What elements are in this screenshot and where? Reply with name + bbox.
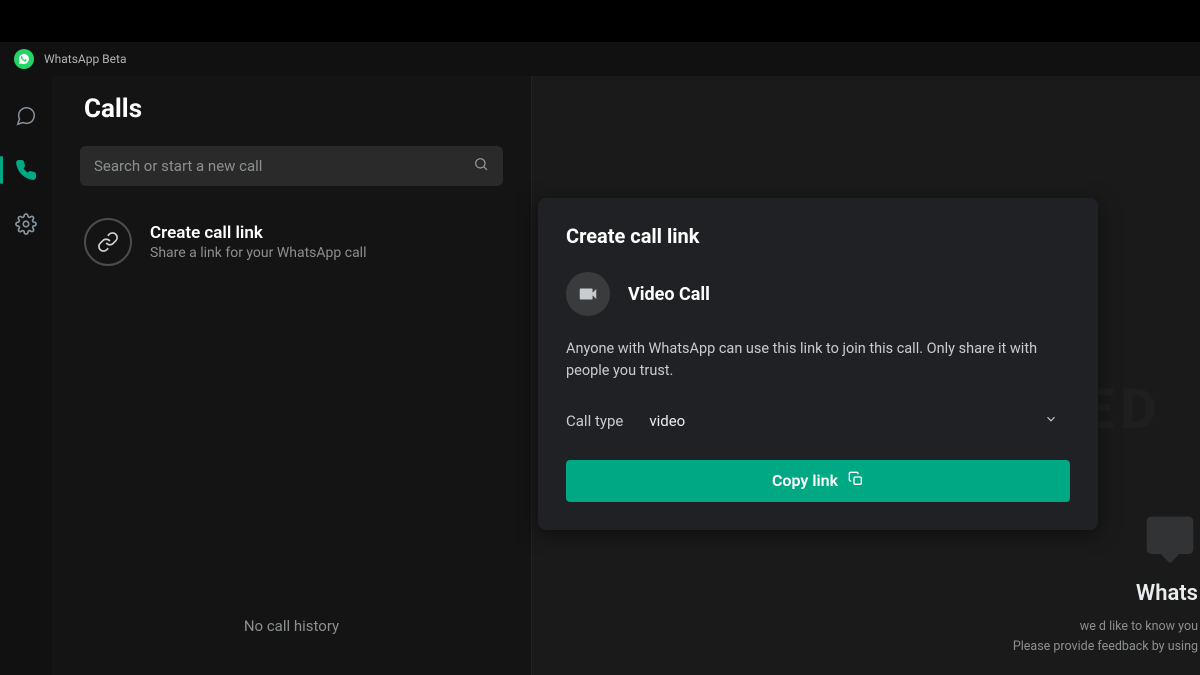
search-box[interactable] [80,146,503,186]
whatsapp-logo-icon [14,49,34,69]
search-icon [473,156,489,176]
search-input[interactable] [94,157,473,175]
pane-title: Calls [84,94,503,124]
call-kind-row[interactable]: Video Call [566,272,1070,316]
calls-pane: Calls Create call link Share a link for … [52,76,532,675]
modal-description: Anyone with WhatsApp can use this link t… [566,338,1070,382]
right-pane: CBSTRIDED Create call link Video Call An… [532,76,1200,675]
feedback-line-2: Please provide feedback by using [1013,637,1198,657]
app-title: WhatsApp Beta [44,52,126,66]
link-icon [84,218,132,266]
create-call-link-row[interactable]: Create call link Share a link for your W… [80,212,503,288]
feedback-title: Whats [1013,576,1198,611]
copy-icon [848,471,864,491]
modal-title: Create call link [566,224,1070,248]
call-kind-label: Video Call [628,284,710,305]
create-link-title: Create call link [150,223,367,243]
title-bar: WhatsApp Beta [0,42,1200,76]
copy-link-button[interactable]: Copy link [566,460,1070,502]
create-link-subtitle: Share a link for your WhatsApp call [150,245,367,261]
create-call-link-modal: Create call link Video Call Anyone with … [538,198,1098,530]
copy-link-label: Copy link [772,471,838,490]
nav-item-chats[interactable] [3,94,49,138]
nav-rail [0,76,52,675]
chat-bubble-icon [1142,512,1198,568]
nav-item-calls[interactable] [3,148,49,192]
feedback-area: Whats we d like to know you Please provi… [1013,512,1200,657]
call-type-select[interactable]: video [637,404,1070,438]
nav-item-settings[interactable] [3,202,49,246]
feedback-line-1: we d like to know you [1013,617,1198,637]
video-camera-icon [566,272,610,316]
empty-state: No call history [80,617,503,675]
call-type-value: video [649,412,685,430]
call-type-label: Call type [566,412,623,430]
chevron-down-icon [1044,412,1058,430]
